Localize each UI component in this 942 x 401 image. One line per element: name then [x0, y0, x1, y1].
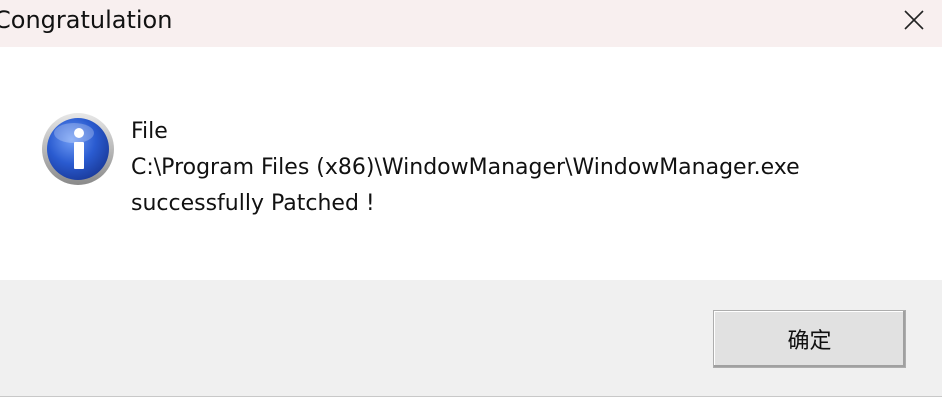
dialog-content: File C:\Program Files (x86)\WindowManage…: [0, 47, 942, 280]
ok-button-label: 确定: [787, 329, 832, 354]
close-button[interactable]: [886, 0, 942, 40]
message-line-2: C:\Program Files (x86)\WindowManager\Win…: [131, 155, 800, 180]
message-text: File C:\Program Files (x86)\WindowManage…: [131, 114, 800, 222]
title-bar: Congratulation: [0, 0, 942, 47]
ok-button[interactable]: 确定: [713, 310, 906, 368]
message-dialog: Congratulation File C:\Program Files (x8…: [0, 0, 942, 401]
message-line-3: successfully Patched !: [131, 191, 375, 216]
window-bottom-edge: [0, 396, 942, 401]
button-bar: 确定: [0, 280, 942, 396]
window-title: Congratulation: [0, 6, 173, 34]
message-line-1: File: [131, 119, 168, 144]
close-icon: [904, 10, 924, 30]
info-icon: [42, 113, 114, 185]
